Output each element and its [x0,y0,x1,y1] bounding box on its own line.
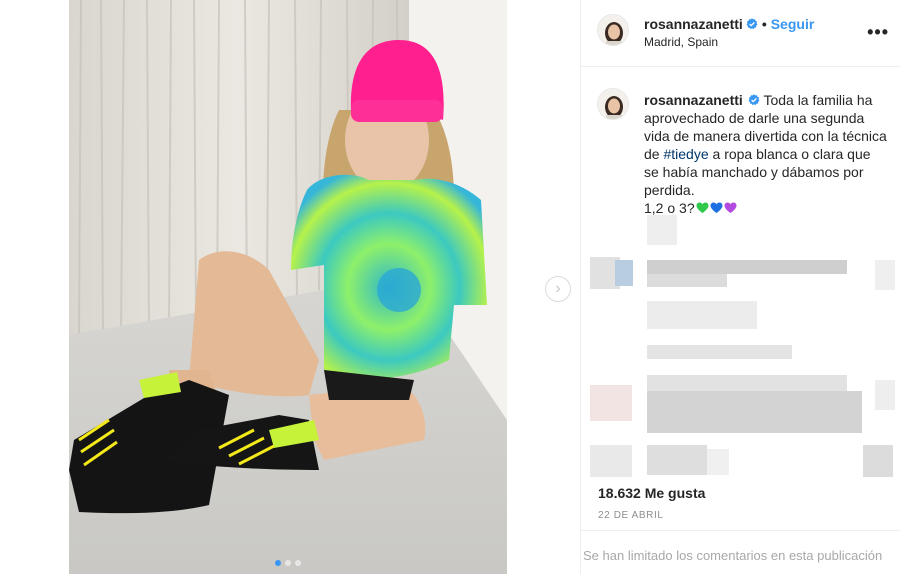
pixel-block [647,345,792,359]
verified-badge-icon [748,94,760,106]
comments-limited-notice: Se han limitado los comentarios en esta … [583,548,883,563]
avatar-image [598,89,628,119]
username-link[interactable]: rosannazanetti [644,16,743,32]
pixel-block [875,380,895,410]
more-options-icon[interactable]: ••• [867,22,889,43]
pixel-block [590,445,632,477]
caption-username[interactable]: rosannazanetti [644,92,743,108]
pixel-block [647,301,757,329]
post-header: rosannazanetti • Seguir Madrid, Spain ••• [581,0,900,67]
pixel-block [647,375,847,391]
pixel-block [590,385,632,421]
post-date[interactable]: 22 DE ABRIL [598,510,664,521]
pixel-block [647,391,862,433]
instagram-post-page: › rosannazanetti • Seguir Madrid, Spain ••… [0,0,900,574]
next-arrow-icon[interactable]: › [545,276,571,302]
location-link[interactable]: Madrid, Spain [644,35,718,49]
post-photo[interactable] [69,0,507,574]
carousel-dots [69,560,507,566]
left-gutter [0,0,69,574]
pixel-block [647,260,847,274]
carousel-dot[interactable] [295,560,301,566]
header-userline: rosannazanetti • Seguir [644,16,814,32]
verified-badge-icon [746,18,758,30]
pixel-block [647,215,677,245]
pixel-block [875,260,895,290]
pixel-block [863,445,893,477]
carousel-dot[interactable] [285,560,291,566]
photo-illustration [69,0,507,574]
avatar[interactable] [597,14,629,46]
hashtag-link[interactable]: #tiedye [663,146,708,162]
pixel-block [707,449,729,475]
pixel-block [615,260,633,286]
caption-avatar[interactable] [597,88,629,120]
follow-button[interactable]: Seguir [771,16,815,32]
pixelated-comments [585,205,900,485]
pixel-block [647,274,727,287]
carousel-dot-active[interactable] [275,560,281,566]
separator-bullet: • [761,16,767,32]
post-caption: rosannazanetti Toda la familia ha aprove… [644,91,889,217]
pixel-block [647,445,707,475]
likes-count[interactable]: 18.632 Me gusta [598,485,705,501]
avatar-image [598,15,628,45]
